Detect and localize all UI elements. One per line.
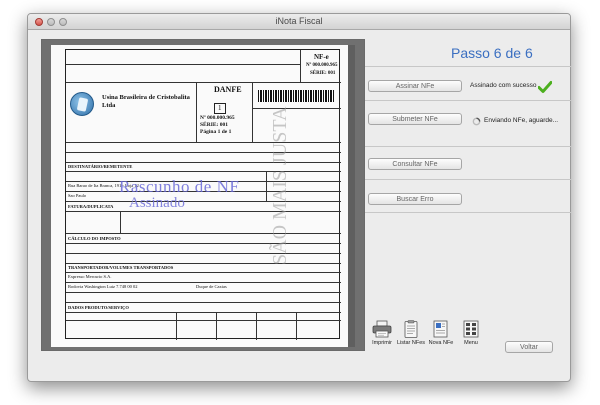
danfe-number: Nº 000.000.965: [200, 115, 235, 121]
step-title: Passo 6 de 6: [451, 45, 533, 61]
list-nfes-label: Listar NFes: [396, 340, 426, 346]
new-document-icon: [433, 320, 448, 338]
action-separator-4: [365, 212, 571, 213]
action-separator-1: [365, 100, 571, 101]
section-fatura: FATURA/DUPLICATA: [68, 204, 114, 209]
section-destinatario: DESTINATÁRIO/REMETENTE: [68, 164, 133, 169]
action-separator-3: [365, 179, 571, 180]
step-separator: [365, 66, 571, 67]
title-bar: iNota Fiscal: [28, 14, 570, 30]
nfe-label: NF-e: [314, 53, 329, 61]
back-button[interactable]: Voltar: [505, 341, 553, 353]
section-produtos: DADOS PRODUTO/SERVIÇO: [68, 305, 129, 310]
company-name: Usina Brasileira de Cristobalita Ltda: [102, 94, 190, 110]
danfe-title: DANFE: [214, 85, 242, 94]
menu-label: Menu: [464, 340, 478, 346]
transporter-name: Expresso Mercurio S.A.: [68, 274, 112, 279]
dest-city: Sao Paulo: [68, 193, 87, 198]
query-nfe-button[interactable]: Consultar NFe: [368, 158, 462, 170]
danfe-type: 1: [214, 103, 226, 114]
new-nfe-label: Nova NFe: [428, 340, 454, 346]
menu-toolbar-item[interactable]: Menu: [454, 320, 488, 346]
preview-scroll-shadow: [348, 45, 355, 347]
danfe-page: Página 1 de 1: [200, 129, 232, 135]
loading-spinner-icon: [472, 117, 481, 126]
nfe-number: Nº 000.000.965: [306, 63, 338, 68]
vertical-watermark: SÃO MAIS JUSTA: [269, 106, 291, 265]
signed-watermark: Assinado: [129, 195, 185, 211]
submit-nfe-button[interactable]: Submeter NFe: [368, 113, 462, 125]
document-preview[interactable]: NF-e Nº 000.000.965 SÉRIE: 001 Usina Bra…: [41, 39, 365, 351]
danfe-page: NF-e Nº 000.000.965 SÉRIE: 001 Usina Bra…: [51, 45, 355, 347]
action-separator-2: [365, 146, 571, 147]
sign-status: Assinado com sucesso: [470, 82, 537, 89]
draft-watermark: Rascunho de NF: [119, 177, 240, 196]
section-transportador: TRANSPORTADOR/VOLUMES TRANSPORTADOS: [68, 265, 174, 270]
company-logo: [70, 92, 94, 116]
access-key-barcode: [258, 90, 334, 102]
nfe-serie: SÉRIE: 001: [310, 71, 336, 76]
sign-nfe-button[interactable]: Assinar NFe: [368, 80, 462, 92]
transporter-address: Rodovia Washington Luiz 7.748 00 02: [68, 284, 138, 289]
new-nfe-toolbar-item[interactable]: Nova NFe: [424, 320, 458, 346]
section-calculo: CÁLCULO DO IMPOSTO: [68, 236, 121, 241]
list-nfes-toolbar-item[interactable]: Listar NFes: [394, 320, 428, 346]
printer-icon: [372, 320, 392, 338]
success-check-icon: [538, 81, 552, 93]
danfe-serie: SÉRIE: 001: [200, 122, 228, 128]
window-title: iNota Fiscal: [275, 16, 323, 26]
transporter-city: Duque de Caxias: [196, 284, 227, 289]
submit-status: Enviando NFe, aguarde...: [484, 117, 559, 124]
find-error-button[interactable]: Buscar Erro: [368, 193, 462, 205]
menu-grid-icon: [463, 320, 479, 338]
clipboard-list-icon: [404, 320, 418, 338]
